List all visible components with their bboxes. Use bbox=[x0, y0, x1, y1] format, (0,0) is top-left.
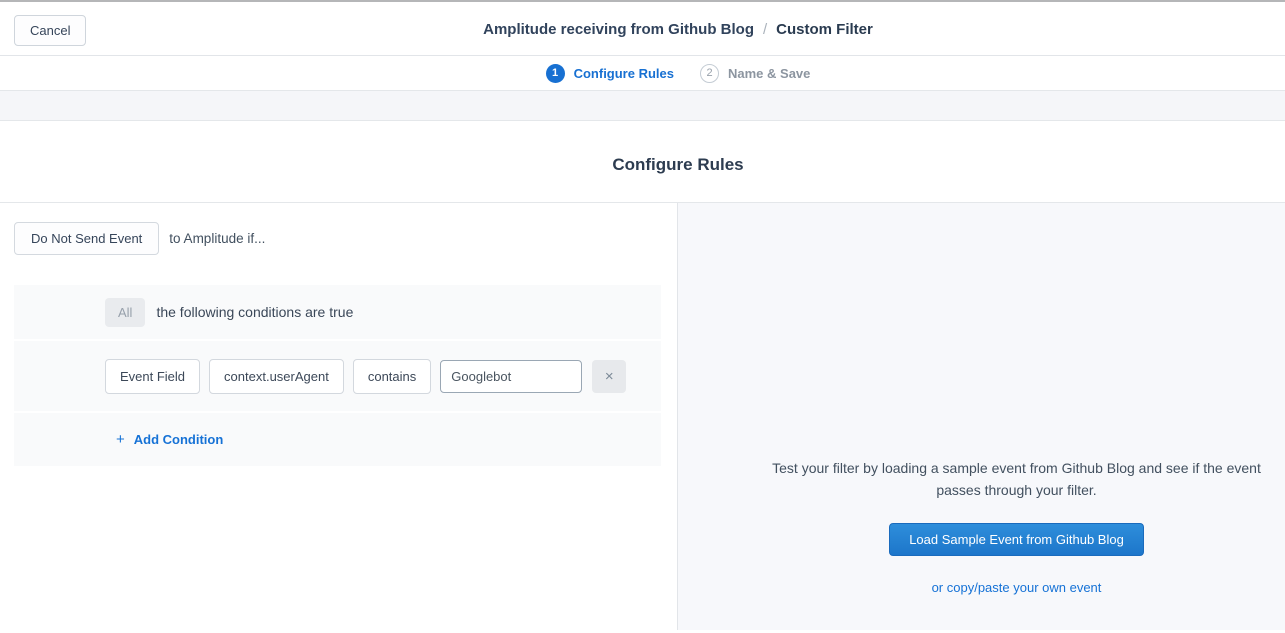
remove-condition-button[interactable]: × bbox=[592, 360, 626, 393]
add-condition-row: + Add Condition bbox=[14, 413, 661, 466]
rules-panel: Do Not Send Event to Amplitude if... All… bbox=[0, 203, 678, 630]
spacer-band bbox=[0, 91, 1285, 121]
action-selector-button[interactable]: Do Not Send Event bbox=[14, 222, 159, 255]
add-condition-label: Add Condition bbox=[134, 432, 224, 447]
load-sample-event-button[interactable]: Load Sample Event from Github Blog bbox=[889, 523, 1144, 556]
condition-type-button[interactable]: Event Field bbox=[105, 359, 200, 394]
page-canvas: Cancel Amplitude receiving from Github B… bbox=[0, 2, 1285, 630]
add-condition-link[interactable]: + Add Condition bbox=[116, 431, 223, 448]
condition-row: Event Field context.userAgent contains × bbox=[14, 341, 661, 413]
paste-own-event-link[interactable]: or copy/paste your own event bbox=[678, 580, 1285, 595]
wizard-steps: 1 Configure Rules 2 Name & Save bbox=[0, 56, 1285, 91]
breadcrumb: Amplitude receiving from Github Blog / C… bbox=[0, 2, 1285, 56]
test-description: Test your filter by loading a sample eve… bbox=[767, 457, 1267, 501]
step-name-and-save[interactable]: 2 Name & Save bbox=[700, 64, 810, 83]
condition-field-button[interactable]: context.userAgent bbox=[209, 359, 344, 394]
condition-group-card: All the following conditions are true Ev… bbox=[14, 285, 661, 466]
trigger-row: Do Not Send Event to Amplitude if... bbox=[14, 222, 663, 255]
test-filter-panel: Test your filter by loading a sample eve… bbox=[678, 203, 1285, 630]
header-bar: Cancel Amplitude receiving from Github B… bbox=[0, 2, 1285, 56]
step-2-label: Name & Save bbox=[728, 66, 810, 81]
group-operator-badge[interactable]: All bbox=[105, 298, 145, 327]
page-title: Configure Rules bbox=[0, 121, 1285, 175]
group-operator-row: All the following conditions are true bbox=[14, 285, 661, 341]
group-description: the following conditions are true bbox=[156, 304, 353, 320]
breadcrumb-current: Custom Filter bbox=[776, 21, 873, 38]
breadcrumb-separator: / bbox=[763, 21, 767, 38]
breadcrumb-source[interactable]: Amplitude receiving from Github Blog bbox=[483, 21, 754, 38]
test-panel-content: Test your filter by loading a sample eve… bbox=[678, 203, 1285, 595]
trigger-suffix-text: to Amplitude if... bbox=[169, 231, 265, 246]
title-section: Configure Rules bbox=[0, 121, 1285, 203]
main-content: Do Not Send Event to Amplitude if... All… bbox=[0, 203, 1285, 630]
condition-value-input[interactable] bbox=[440, 360, 582, 393]
condition-operator-button[interactable]: contains bbox=[353, 359, 431, 394]
step-2-circle: 2 bbox=[700, 64, 719, 83]
step-1-label: Configure Rules bbox=[574, 66, 674, 81]
step-1-circle: 1 bbox=[546, 64, 565, 83]
plus-icon: + bbox=[116, 431, 125, 448]
step-configure-rules[interactable]: 1 Configure Rules bbox=[546, 64, 674, 83]
close-icon: × bbox=[605, 368, 614, 385]
app-window: Cancel Amplitude receiving from Github B… bbox=[0, 0, 1285, 633]
